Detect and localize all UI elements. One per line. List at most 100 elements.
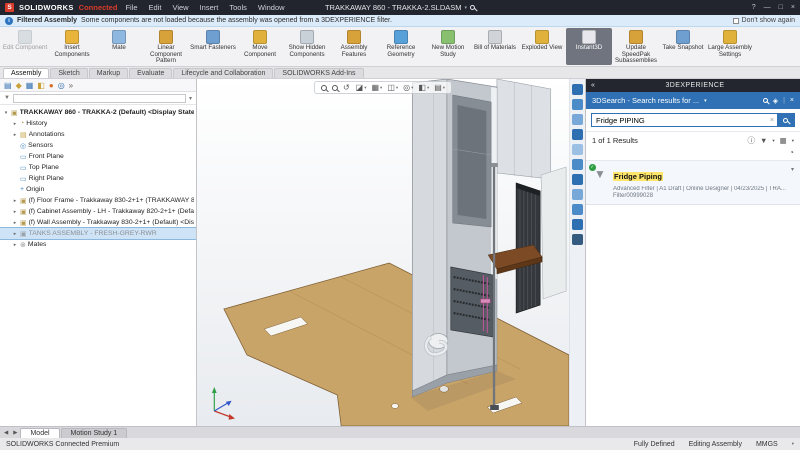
3dx-app-icon[interactable] [572,204,583,215]
3dx-app-icon[interactable] [572,189,583,200]
ribbon-button[interactable]: Move Component [237,28,283,65]
tree-item[interactable]: ▭ Right Plane [0,173,196,184]
tree-item[interactable]: + Origin [0,184,196,195]
tree-expand-arrow-icon[interactable]: ▸ [12,132,18,138]
ribbon-button[interactable]: Update SpeedPak Subassemblies [613,28,659,65]
model-tab[interactable]: Motion Study 1 [61,428,128,438]
ribbon-button[interactable]: Large Assembly Settings [707,28,753,65]
tree-expand-arrow-icon[interactable]: ▸ [12,198,18,204]
3dx-app-icon[interactable] [572,174,583,185]
tree-item[interactable]: ▾ ▣ TRAKKAWAY 860 - TRAKKA-2 (Default) <… [0,107,196,118]
tree-item[interactable]: ▸ ▣ TANKS ASSEMBLY - FRESH-GREY-RWR [0,228,196,239]
results-view-chevron-icon[interactable]: ▾ [792,138,794,144]
tree-item[interactable]: ▭ Front Plane [0,151,196,162]
3dsearch-title-chevron-icon[interactable]: ▾ [704,98,707,104]
ribbon-button[interactable]: Linear Component Pattern [143,28,189,65]
graphics-viewport[interactable]: ↺ ◪ ▾ ▦ ▾ ◫ ▾ ◎ ▾ ◧ [197,79,569,426]
filter-options-chevron-icon[interactable]: ▾ [189,95,192,102]
3dx-app-icon[interactable] [572,159,583,170]
zoom-area-icon[interactable] [332,85,338,91]
tree-item[interactable]: ▸ ▣ (f) Cabinet Assembly - LH - Trakkawa… [0,206,196,217]
view-tool-button[interactable]: ↺ [343,83,351,92]
command-tab[interactable]: Sketch [50,68,87,78]
search-result-card[interactable]: ▼ ✓ Fridge Piping Advanced Filter | A1 D… [586,161,800,205]
3dsearch-close-icon[interactable]: × [790,97,794,104]
search-clear-icon[interactable]: × [767,117,777,124]
view-tool-button[interactable]: ◧ ▾ [418,83,429,92]
menu-item[interactable]: File [122,3,140,12]
menu-item[interactable]: Tools [226,3,250,12]
view-tool-button[interactable]: ◫ ▾ [387,83,398,92]
ribbon-button[interactable]: Exploded View [519,28,565,65]
tabs-back-icon[interactable]: ◀ [2,430,10,436]
ribbon-button[interactable]: Show Hidden Components [284,28,330,65]
3dx-app-icon[interactable] [572,99,583,110]
3dx-app-icon[interactable] [572,219,583,230]
units-chevron-icon[interactable]: ▾ [792,441,794,447]
tree-expand-arrow-icon[interactable]: ▸ [12,209,18,215]
ribbon-button[interactable]: Mate [96,28,142,65]
filter-funnel-icon[interactable]: ▼ [4,95,10,101]
manager-pane-tab-icon[interactable]: » [69,81,73,90]
tree-expand-arrow-icon[interactable]: ▸ [12,121,18,127]
assembly-3d-model[interactable] [197,79,569,426]
ribbon-button[interactable]: Assembly Features [331,28,377,65]
titlebar-search-icon[interactable] [470,5,475,10]
view-tool-button[interactable]: ◪ ▾ [356,83,367,92]
zoom-fit-icon[interactable] [321,85,327,91]
tree-item[interactable]: ▸ ⊚ Mates [0,239,196,250]
ribbon-button[interactable]: Reference Geometry [378,28,424,65]
manager-pane-tab-icon[interactable]: ● [49,81,54,90]
3dx-app-icon[interactable] [572,144,583,155]
view-tool-button[interactable]: ▦ ▾ [371,83,382,92]
command-tab[interactable]: Lifecycle and Collaboration [173,68,273,78]
3dsearch-search-icon[interactable] [763,98,768,103]
tree-item[interactable]: ▸ ◔ History [0,118,196,129]
tree-expand-arrow-icon[interactable]: ▾ [3,110,9,116]
help-icon[interactable]: ? [752,4,756,11]
tree-expand-arrow-icon[interactable]: ▸ [12,220,18,226]
view-tool-button[interactable]: ◎ ▾ [403,83,413,92]
command-tab[interactable]: Markup [89,68,128,78]
menu-item[interactable]: Window [255,3,288,12]
ribbon-button[interactable]: Edit Component [2,28,48,65]
results-filter-chevron-icon[interactable]: ▾ [772,138,774,144]
ribbon-button[interactable]: New Motion Study [425,28,471,65]
search-input[interactable] [592,116,767,125]
history-clock-icon[interactable]: ◔ [789,148,794,157]
command-tab[interactable]: SOLIDWORKS Add-Ins [274,68,363,78]
tree-item[interactable]: ◎ Sensors [0,140,196,151]
command-tab[interactable]: Evaluate [129,68,172,78]
menu-item[interactable]: Edit [146,3,165,12]
close-button[interactable]: × [791,4,795,11]
document-chevron-icon[interactable]: ▾ [465,5,468,11]
ribbon-button[interactable]: Instant3D [566,28,612,65]
tree-filter-input[interactable] [13,94,186,103]
ribbon-button[interactable]: Smart Fasteners [190,28,236,65]
3dx-app-icon[interactable] [572,129,583,140]
result-title[interactable]: Fridge Piping [613,172,663,181]
ribbon-button[interactable]: Take Snapshot [660,28,706,65]
result-expand-chevron-icon[interactable]: ▾ [791,166,794,173]
results-filter-icon[interactable]: ▼ [760,136,767,145]
minimize-button[interactable]: — [764,4,771,11]
model-tab[interactable]: Model [20,428,59,438]
maximize-button[interactable]: □ [779,4,783,11]
results-view-toggle-icon[interactable]: ▦ [780,136,787,145]
tree-item[interactable]: ▸ ▣ (f) Wall Assembly - Trakkaway 830-2+… [0,217,196,228]
manager-pane-tab-icon[interactable]: ◎ [58,81,65,90]
tree-item[interactable]: ▸ ▤ Annotations [0,129,196,140]
tree-expand-arrow-icon[interactable]: ▸ [12,242,18,248]
menu-item[interactable]: View [169,3,191,12]
manager-pane-tab-icon[interactable]: ▦ [26,81,34,90]
dont-show-again-checkbox[interactable] [733,18,739,24]
3dx-app-icon[interactable] [572,114,583,125]
results-info-icon[interactable]: ⓘ [747,135,755,146]
ribbon-button[interactable]: Insert Components [49,28,95,65]
dismiss-control[interactable]: Don't show again [733,17,795,24]
tabs-forward-icon[interactable]: ▶ [11,430,19,436]
3dx-app-icon[interactable] [572,234,583,245]
3dx-app-icon[interactable] [572,84,583,95]
manager-pane-tab-icon[interactable]: ▤ [4,81,12,90]
manager-pane-tab-icon[interactable]: ◧ [37,81,45,90]
